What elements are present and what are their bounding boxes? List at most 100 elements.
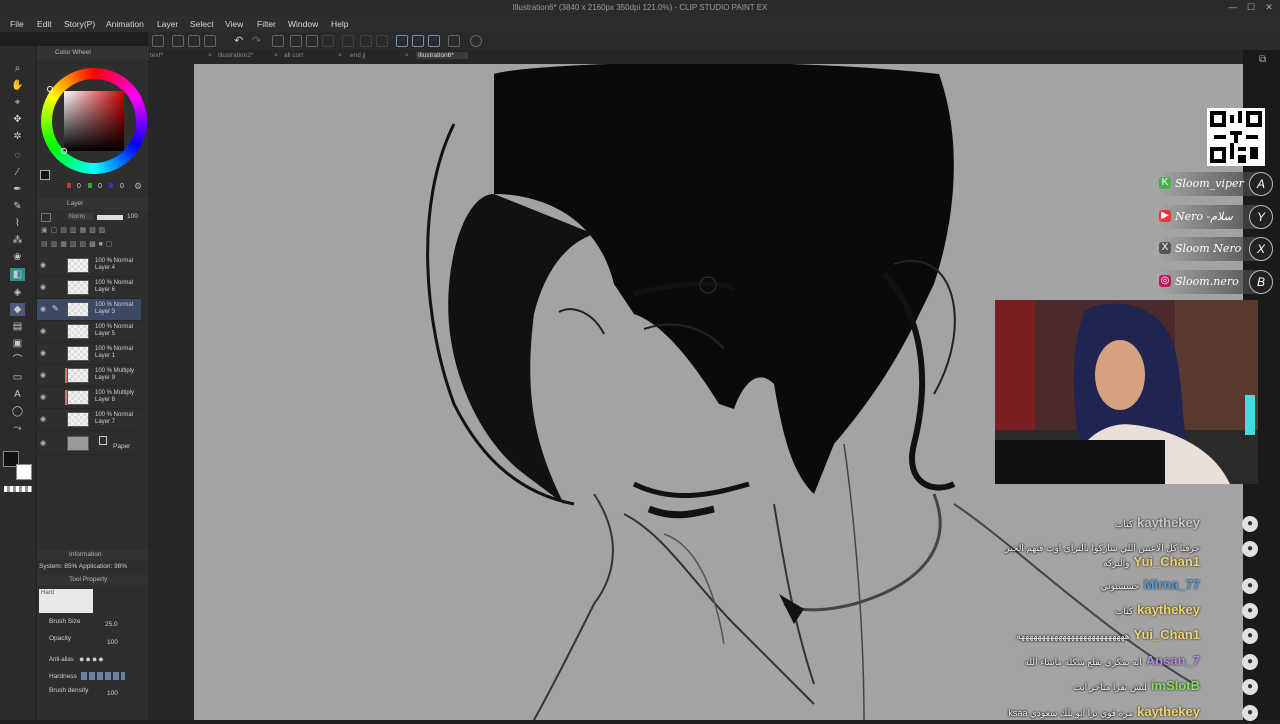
move-icon[interactable]: ✥ [10, 113, 25, 126]
menu-view[interactable]: View [225, 19, 243, 29]
pen-icon[interactable]: ✒ [10, 183, 25, 196]
gradient-icon[interactable]: ▤ [10, 320, 25, 333]
operation-icon[interactable]: ⌖ [10, 96, 25, 109]
eye-icon[interactable]: ◉ [40, 305, 48, 313]
undo-icon[interactable]: ↶ [234, 34, 243, 47]
settings-icon[interactable] [470, 35, 482, 47]
fill-icon[interactable] [290, 35, 302, 47]
brush-preset-preview[interactable]: Hard [39, 589, 93, 613]
eye-icon[interactable]: ◉ [40, 261, 48, 269]
menu-animation[interactable]: Animation [106, 19, 144, 29]
transform-icon[interactable] [306, 35, 318, 47]
save-icon[interactable] [188, 35, 200, 47]
ruler-icon[interactable]: ▭ [10, 371, 25, 384]
eye-icon[interactable]: ◉ [40, 327, 48, 335]
layer-toolbar-row-2[interactable]: ▤▥▦▧▨▩■▢ [41, 240, 145, 250]
auto-select-icon[interactable]: ✲ [10, 130, 25, 143]
frame-icon[interactable]: ⌒ [10, 354, 25, 367]
balloon-icon[interactable]: ◯ [10, 405, 25, 418]
layer-row[interactable]: ◉ 100 % Normal Layer 1 [37, 343, 141, 365]
pencil-icon[interactable]: ✎ [10, 200, 25, 213]
tab-end-jj[interactable]: end jj [350, 52, 366, 59]
redo-icon[interactable]: ↷ [252, 34, 261, 47]
sub-color-swatch[interactable] [16, 464, 32, 480]
eye-icon[interactable]: ◉ [40, 415, 48, 423]
eyedropper-icon[interactable]: ⁄ [10, 166, 25, 179]
shrink-icon[interactable] [376, 35, 388, 47]
layer-row[interactable]: ◉ 100 % Normal Layer 6 [37, 277, 141, 299]
tool-opacity-value[interactable]: 100 [107, 639, 118, 646]
tab-close-icon[interactable]: × [274, 52, 278, 59]
hand-icon[interactable]: ✋ [10, 79, 25, 92]
brush-density-value[interactable]: 100 [107, 690, 118, 697]
settings-icon[interactable]: ⚙ [134, 181, 142, 192]
tab-illustration6[interactable]: Illustration6* [416, 52, 468, 59]
hue-handle[interactable] [47, 86, 53, 92]
figure-icon[interactable]: ▣ [10, 337, 25, 350]
open-icon[interactable] [172, 35, 184, 47]
eye-icon[interactable]: ◉ [40, 371, 48, 379]
eye-icon[interactable]: ◉ [40, 439, 48, 447]
antialias-options[interactable]: ●●●● [79, 654, 131, 666]
menu-story[interactable]: Story(P) [64, 19, 95, 29]
snap-grid-icon[interactable] [428, 35, 440, 47]
snap-special-icon[interactable] [412, 35, 424, 47]
new-icon[interactable] [152, 35, 164, 47]
saturation-value-square[interactable] [64, 91, 124, 151]
menu-filter[interactable]: Filter [257, 19, 276, 29]
layer-row[interactable]: ◉ 100 % Multiply Layer 9 [37, 365, 141, 387]
menu-help[interactable]: Help [331, 19, 348, 29]
companion-icon[interactable] [448, 35, 460, 47]
decoration-icon[interactable]: ❀ [10, 251, 25, 264]
eraser-icon[interactable]: ◆ [10, 303, 25, 316]
layer-row[interactable]: ◉ ✎ 100 % Normal Layer 3 [37, 299, 141, 321]
menu-layer[interactable]: Layer [157, 19, 178, 29]
layer-row[interactable]: ◉ 100 % Normal Layer 5 [37, 321, 141, 343]
eye-icon[interactable]: ◉ [40, 349, 48, 357]
layer-row[interactable]: ◉ 100 % Normal Layer 4 [37, 255, 141, 277]
maximize-icon[interactable]: ☐ [1244, 2, 1258, 14]
menu-select[interactable]: Select [190, 19, 214, 29]
panel-toggle-icon[interactable]: ⧉ [1259, 54, 1266, 65]
eye-icon[interactable]: ◉ [40, 393, 48, 401]
blend-icon[interactable]: ◧ [10, 268, 25, 281]
eye-icon[interactable]: ◉ [40, 283, 48, 291]
menu-window[interactable]: Window [288, 19, 318, 29]
invert-icon[interactable] [360, 35, 372, 47]
close-icon[interactable]: ✕ [1262, 2, 1276, 14]
layer-row[interactable]: ◉ 100 % Normal Layer 7 [37, 409, 141, 431]
snap-ruler-icon[interactable] [396, 35, 408, 47]
layer-row[interactable]: ◉ 100 % Multiply Layer 8 [37, 387, 141, 409]
tab-all-cort[interactable]: all cort [284, 52, 303, 59]
layer-name: Layer 8 [95, 397, 116, 403]
transparent-swatch[interactable] [4, 486, 32, 492]
fill-bucket-icon[interactable]: ◈ [10, 286, 25, 299]
brush-size-value[interactable]: 25.0 [105, 621, 118, 628]
menu-edit[interactable]: Edit [37, 19, 52, 29]
tab-close-icon[interactable]: × [338, 52, 342, 59]
brush-icon[interactable]: ⌇ [10, 217, 25, 230]
menu-file[interactable]: File [10, 19, 24, 29]
deselect-icon[interactable] [322, 35, 334, 47]
crop-icon[interactable] [342, 35, 354, 47]
tab-illustration2[interactable]: illustration2* [218, 52, 253, 59]
print-icon[interactable] [204, 35, 216, 47]
layer-lock-icon[interactable] [41, 213, 51, 222]
clear-icon[interactable] [272, 35, 284, 47]
correct-line-icon[interactable]: ⤳ [10, 422, 25, 435]
tab-close-icon[interactable]: × [405, 52, 409, 59]
tab-close-icon[interactable]: × [208, 52, 212, 59]
color-picker-handle[interactable] [61, 148, 67, 154]
opacity-slider[interactable] [97, 215, 123, 220]
hardness-slider[interactable] [81, 672, 125, 680]
text-icon[interactable]: A [10, 388, 25, 401]
lasso-icon[interactable]: ◌ [10, 149, 25, 162]
blend-mode-select[interactable]: Norm [67, 213, 93, 220]
paper-layer[interactable]: ◉ Paper [37, 433, 141, 455]
airbrush-icon[interactable]: ⁂ [10, 234, 25, 247]
zoom-icon[interactable]: ⌕ [10, 62, 25, 75]
tab-text[interactable]: text* [150, 52, 163, 59]
layer-toolbar-row-1[interactable]: ▣▢▤▥▦▧▨ [41, 226, 145, 236]
minimize-icon[interactable]: — [1226, 2, 1240, 14]
current-color-swatch[interactable] [40, 170, 50, 180]
